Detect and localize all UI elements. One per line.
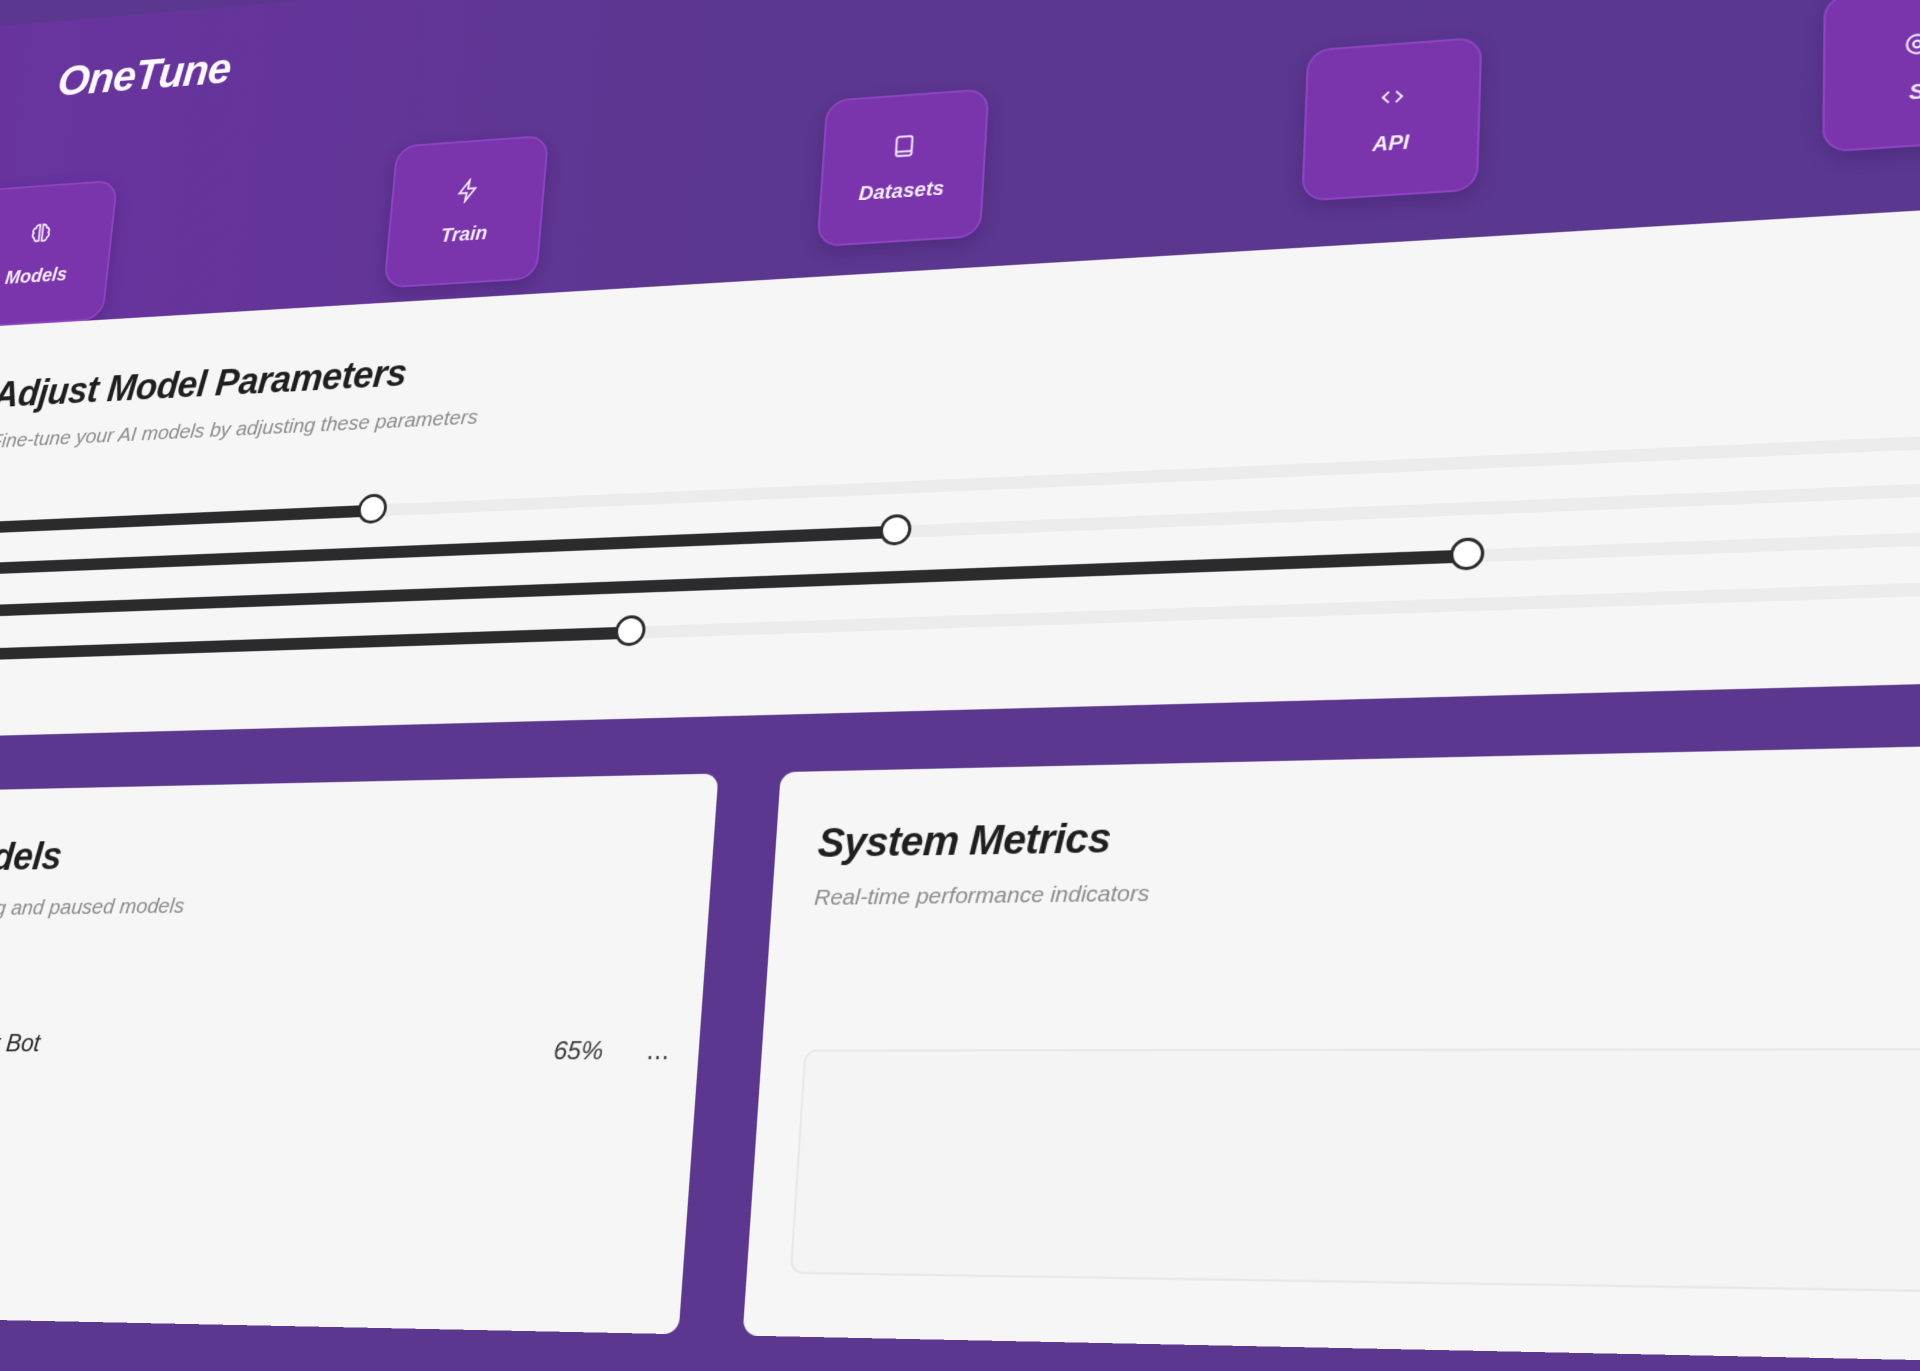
slider-fill — [0, 504, 373, 534]
metric-panel — [789, 1047, 1920, 1299]
app-logo[interactable]: OneTune — [55, 43, 233, 106]
model-progress: 65% — [552, 1036, 605, 1066]
nav-label: API — [1372, 130, 1410, 156]
parameters-title: Adjust Model Parameters — [0, 353, 409, 416]
slider-thumb[interactable] — [878, 513, 913, 546]
slider-fill — [0, 525, 896, 575]
nav-label: Train — [439, 222, 489, 247]
model-list-item[interactable]: Support Bot 65% ⋯ — [0, 1028, 670, 1071]
metrics-title: System Metrics — [816, 816, 1112, 867]
zap-icon — [454, 177, 481, 204]
book-icon — [890, 132, 918, 159]
nav-label: Models — [4, 263, 69, 289]
models-card: Models Training and paused models Suppor… — [0, 773, 719, 1335]
brain-icon — [28, 220, 54, 246]
settings-icon — [1902, 29, 1920, 59]
slider-thumb[interactable] — [1449, 537, 1485, 571]
nav-api[interactable]: API — [1301, 36, 1483, 202]
more-options-icon[interactable]: ⋯ — [645, 1043, 670, 1071]
parameters-subtitle: Fine-tune your AI models by adjusting th… — [0, 405, 479, 453]
nav-label: S — [1909, 79, 1920, 105]
slider-thumb[interactable] — [356, 493, 389, 525]
nav-train[interactable]: Train — [383, 134, 550, 289]
nav-datasets[interactable]: Datasets — [816, 88, 990, 248]
nav-settings[interactable]: S — [1822, 0, 1920, 153]
app-stage: OneTune Models Train Datasets API S Adju… — [0, 0, 1920, 1371]
slider-fill — [0, 626, 631, 661]
metrics-card: System Metrics Real-time performance ind… — [742, 735, 1920, 1371]
nav-label: Datasets — [858, 177, 945, 205]
metrics-subtitle: Real-time performance indicators — [813, 881, 1151, 911]
code-icon — [1378, 82, 1407, 110]
nav-models[interactable]: Models — [0, 179, 119, 329]
models-title: Models — [0, 835, 64, 880]
model-name: Support Bot — [0, 1029, 42, 1058]
slider-thumb[interactable] — [613, 614, 647, 647]
models-subtitle: Training and paused models — [0, 894, 186, 921]
